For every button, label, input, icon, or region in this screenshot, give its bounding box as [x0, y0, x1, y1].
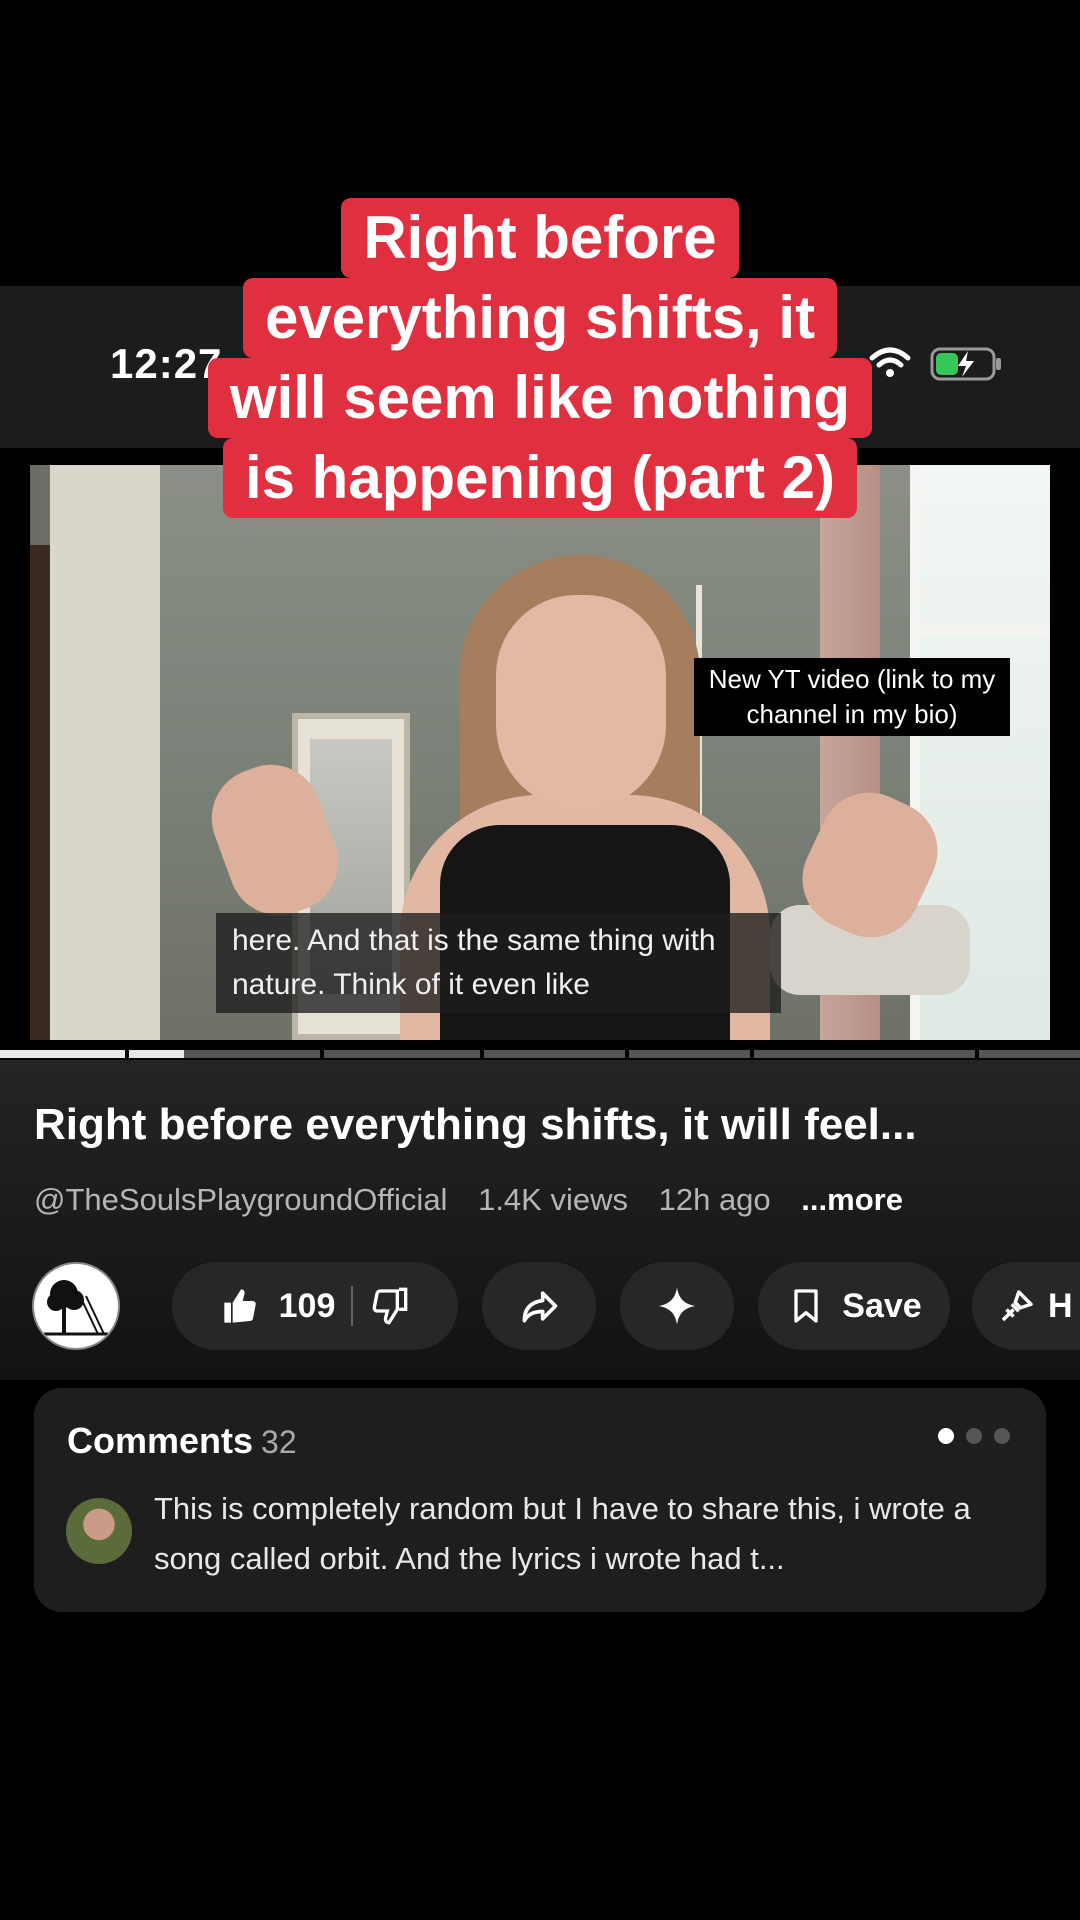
overlay-title-line: is happening (part 2) — [222, 438, 858, 518]
share-button[interactable] — [482, 1262, 596, 1350]
chapter-marker — [975, 1050, 979, 1058]
comments-label: Comments — [67, 1420, 254, 1461]
pager-dot — [994, 1428, 1010, 1444]
channel-handle[interactable]: @TheSoulsPlaygroundOfficial — [34, 1182, 447, 1217]
comments-pager — [938, 1428, 1010, 1444]
view-count: 1.4K views — [478, 1182, 628, 1217]
overlay-title-line: will seem like nothing — [207, 358, 873, 438]
thumbs-down-icon[interactable] — [369, 1286, 409, 1326]
ask-ai-button[interactable] — [620, 1262, 734, 1350]
chapter-marker — [480, 1050, 484, 1058]
hype-button[interactable]: H — [972, 1262, 1080, 1350]
like-separator — [351, 1286, 354, 1326]
tree-swing-logo-icon — [36, 1266, 116, 1346]
scene-window-bar — [910, 625, 1050, 637]
video-captions: here. And that is the same thing with na… — [216, 913, 781, 1013]
person-face — [496, 595, 666, 810]
hype-icon — [1001, 1290, 1033, 1322]
pager-dot — [966, 1428, 982, 1444]
share-icon — [522, 1291, 558, 1323]
video-progress-fill — [0, 1050, 184, 1058]
bookmark-icon — [794, 1289, 818, 1323]
scene-door-shadow — [30, 545, 50, 1040]
like-dislike-group: 109 — [172, 1262, 458, 1350]
overlay-title-line: Right before — [341, 198, 739, 278]
top-comment-text: This is completely random but I have to … — [154, 1491, 971, 1576]
comments-count: 32 — [261, 1424, 297, 1460]
save-label: Save — [842, 1286, 922, 1325]
upload-age: 12h ago — [658, 1182, 771, 1217]
sparkle-icon — [658, 1287, 696, 1325]
video-link-tag: New YT video (link to my channel in my b… — [694, 658, 1010, 736]
thumbs-up-icon[interactable] — [221, 1286, 261, 1326]
overlay-title: Right before everything shifts, it will … — [0, 198, 1080, 518]
scene-door — [50, 465, 160, 1040]
chapter-marker — [625, 1050, 629, 1058]
save-button[interactable]: Save — [758, 1262, 950, 1350]
like-count[interactable]: 109 — [279, 1287, 336, 1326]
video-title[interactable]: Right before everything shifts, it will … — [34, 1100, 1054, 1150]
chapter-marker — [320, 1050, 324, 1058]
chapter-marker — [750, 1050, 754, 1058]
video-progress-bar[interactable] — [0, 1050, 1080, 1058]
hype-label: H — [1048, 1286, 1073, 1325]
video-meta: @TheSoulsPlaygroundOfficial 1.4K views 1… — [34, 1182, 925, 1218]
commenter-avatar — [66, 1498, 132, 1564]
pager-dot-active — [938, 1428, 954, 1444]
comments-header: Comments 32 — [67, 1420, 297, 1462]
chapter-marker — [125, 1050, 129, 1058]
comments-card[interactable]: Comments 32 This is completely random but… — [34, 1388, 1046, 1612]
more-link[interactable]: ...more — [801, 1182, 903, 1217]
channel-avatar[interactable] — [32, 1262, 120, 1350]
overlay-title-line: everything shifts, it — [242, 278, 838, 358]
